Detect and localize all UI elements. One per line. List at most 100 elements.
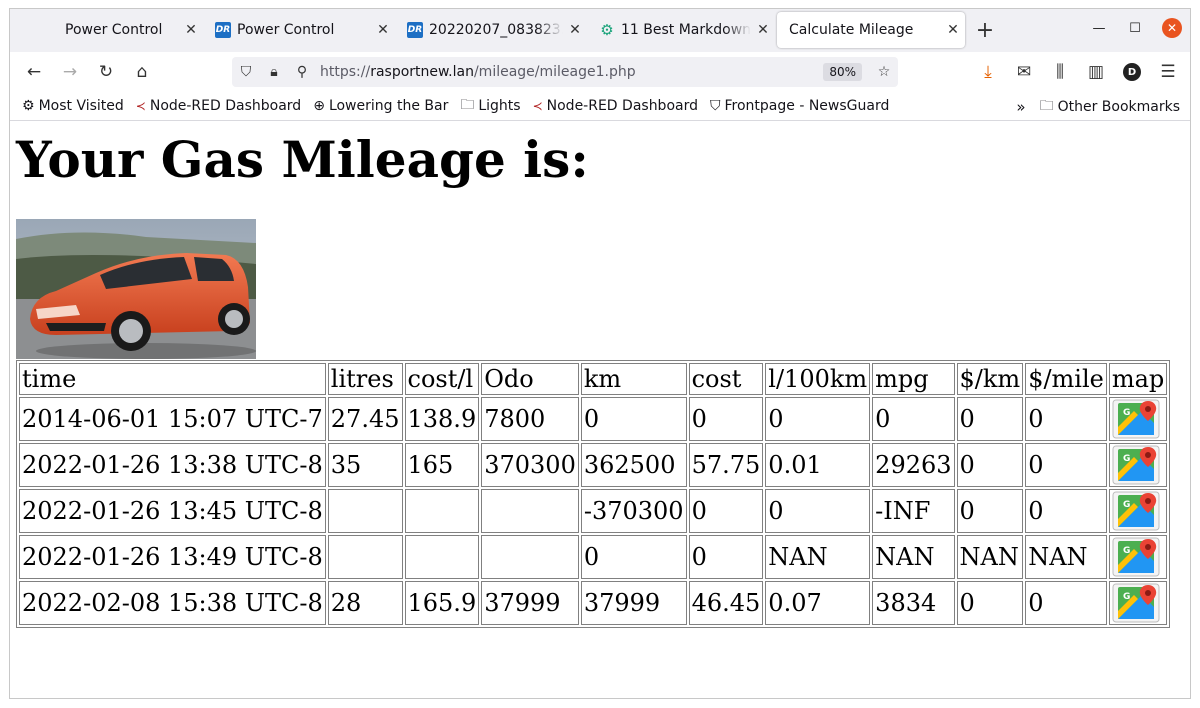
lock-icon[interactable]: 🔒︎ xyxy=(260,64,288,80)
chevron-double-right-icon[interactable]: » xyxy=(1016,98,1025,116)
permissions-icon[interactable]: ⚲ xyxy=(288,64,316,80)
table-row: 2022-01-26 13:49 UTC-8 0 0 NAN NAN NAN N… xyxy=(19,535,1168,579)
table-header-row: time litres cost/l Odo km cost l/100km m… xyxy=(19,363,1168,395)
mail-icon[interactable]: ✉ xyxy=(1010,56,1038,88)
table-row: 2022-01-26 13:38 UTC-8 35 165 370300 362… xyxy=(19,443,1168,487)
close-window-icon[interactable]: ✕ xyxy=(1162,18,1182,38)
bookmark-newsguard[interactable]: ⛉ Frontpage - NewsGuard xyxy=(710,98,889,114)
bookmark-label: Lowering the Bar xyxy=(328,98,449,114)
column-header: time xyxy=(19,363,326,395)
table-cell: 46.45 xyxy=(688,581,764,625)
column-header: l/100km xyxy=(765,363,871,395)
sidebar-icon[interactable]: ▥ xyxy=(1082,56,1110,88)
table-cell: 370300 xyxy=(481,443,579,487)
blank-favicon xyxy=(23,22,59,38)
node-red-icon: ≺ xyxy=(532,99,543,113)
tab-close-icon[interactable]: ✕ xyxy=(563,22,587,38)
window-controls: — ☐ ✕ xyxy=(1090,18,1182,38)
bookmark-lights[interactable]: 🗀 Lights xyxy=(460,94,520,118)
url-host: rasportnew.lan xyxy=(370,64,474,80)
table-cell: 2022-02-08 15:38 UTC-8 xyxy=(19,581,326,625)
bookmark-other[interactable]: 🗀 Other Bookmarks xyxy=(1040,95,1180,119)
table-cell: -INF xyxy=(872,489,955,533)
table-cell: 2014-06-01 15:07 UTC-7 xyxy=(19,397,326,441)
tab-close-icon[interactable]: ✕ xyxy=(751,22,775,38)
table-cell: 165.9 xyxy=(404,581,480,625)
svg-text:G: G xyxy=(1123,454,1130,464)
account-button[interactable]: D xyxy=(1118,56,1146,88)
tab-strip: Power Control ✕ DR Power Control ✕ DR 20… xyxy=(10,9,1190,52)
column-header: $/mile xyxy=(1025,363,1107,395)
gear-icon: ⚙ xyxy=(600,21,614,39)
table-cell xyxy=(481,489,579,533)
table-cell: 28 xyxy=(327,581,403,625)
bookmark-node-red-2[interactable]: ≺ Node-RED Dashboard xyxy=(533,98,698,114)
map-cell: G xyxy=(1108,443,1168,487)
tab-close-icon[interactable]: ✕ xyxy=(179,22,203,38)
tab-label: 20220207_083823.jpg xyxy=(429,22,563,38)
table-cell: 2022-01-26 13:45 UTC-8 xyxy=(19,489,326,533)
library-icon[interactable]: ⫼ xyxy=(1046,56,1074,88)
bookmark-lowering-the-bar[interactable]: ⊕ Lowering the Bar xyxy=(313,98,448,114)
map-cell: G xyxy=(1108,535,1168,579)
forward-arrow-icon[interactable]: → xyxy=(52,56,88,88)
column-header: cost/l xyxy=(404,363,480,395)
table-cell: 0 xyxy=(580,535,687,579)
back-arrow-icon[interactable]: ← xyxy=(16,56,52,88)
table-cell: 2022-01-26 13:49 UTC-8 xyxy=(19,535,326,579)
new-tab-icon[interactable]: + xyxy=(965,12,1005,48)
table-cell: 0 xyxy=(872,397,955,441)
table-cell: 0 xyxy=(956,443,1024,487)
table-cell xyxy=(481,535,579,579)
table-cell: 0 xyxy=(956,489,1024,533)
table-cell: NAN xyxy=(1025,535,1107,579)
url-scheme: https:// xyxy=(320,64,371,80)
table-cell: 0 xyxy=(765,397,871,441)
bookmark-label: Most Visited xyxy=(38,98,124,114)
table-cell: 3834 xyxy=(872,581,955,625)
url-bar[interactable]: ⛉ 🔒︎ ⚲ https://rasportnew.lan/mileage/mi… xyxy=(232,57,898,87)
zoom-badge[interactable]: 80% xyxy=(823,63,862,81)
reload-icon[interactable]: ↻ xyxy=(88,56,124,88)
minimize-icon[interactable]: — xyxy=(1090,19,1108,37)
tab-markdown[interactable]: ⚙ 11 Best Markdown E ✕ xyxy=(587,12,775,48)
column-header: map xyxy=(1108,363,1168,395)
svg-text:G: G xyxy=(1123,408,1130,418)
table-row: 2014-06-01 15:07 UTC-7 27.45 138.9 7800 … xyxy=(19,397,1168,441)
google-maps-icon[interactable]: G xyxy=(1112,491,1160,531)
table-cell: 37999 xyxy=(481,581,579,625)
table-cell: 0 xyxy=(688,489,764,533)
tab-image[interactable]: DR 20220207_083823.jpg ✕ xyxy=(395,12,587,48)
tab-calculate-mileage[interactable]: Calculate Mileage ✕ xyxy=(777,12,965,48)
tab-close-icon[interactable]: ✕ xyxy=(371,22,395,38)
table-cell: 0 xyxy=(688,535,764,579)
toolbar-right: ⤓ ✉ ⫼ ▥ D ☰ xyxy=(974,56,1182,88)
navigation-bar: ← → ↻ ⌂ ⛉ 🔒︎ ⚲ https://rasportnew.lan/mi… xyxy=(10,52,1190,92)
avatar: D xyxy=(1123,63,1141,81)
tab-power-control-2[interactable]: DR Power Control ✕ xyxy=(203,12,395,48)
google-maps-icon[interactable]: G xyxy=(1112,445,1160,485)
folder-icon: 🗀 xyxy=(1039,97,1054,114)
table-cell: 57.75 xyxy=(688,443,764,487)
google-maps-icon[interactable]: G xyxy=(1112,399,1160,439)
star-bookmark-icon[interactable]: ☆ xyxy=(870,64,898,80)
bookmark-node-red-1[interactable]: ≺ Node-RED Dashboard xyxy=(136,98,301,114)
table-row: 2022-01-26 13:45 UTC-8 -370300 0 0 -INF … xyxy=(19,489,1168,533)
download-icon[interactable]: ⤓ xyxy=(974,56,1002,88)
tab-power-control-1[interactable]: Power Control ✕ xyxy=(11,12,203,48)
svg-text:G: G xyxy=(1123,546,1130,556)
url-text[interactable]: https://rasportnew.lan/mileage/mileage1.… xyxy=(320,64,823,80)
shield-icon: ⛉ xyxy=(710,98,721,114)
google-maps-icon[interactable]: G xyxy=(1112,537,1160,577)
map-cell: G xyxy=(1108,489,1168,533)
home-icon[interactable]: ⌂ xyxy=(124,56,160,88)
menu-icon[interactable]: ☰ xyxy=(1154,56,1182,88)
tab-close-icon[interactable]: ✕ xyxy=(941,22,965,38)
shield-icon[interactable]: ⛉ xyxy=(232,64,260,80)
column-header: mpg xyxy=(872,363,955,395)
google-maps-icon[interactable]: G xyxy=(1112,583,1160,623)
maximize-icon[interactable]: ☐ xyxy=(1126,19,1144,37)
table-cell: 0 xyxy=(765,489,871,533)
bookmark-most-visited[interactable]: ⚙ Most Visited xyxy=(22,98,124,114)
column-header: Odo xyxy=(481,363,579,395)
